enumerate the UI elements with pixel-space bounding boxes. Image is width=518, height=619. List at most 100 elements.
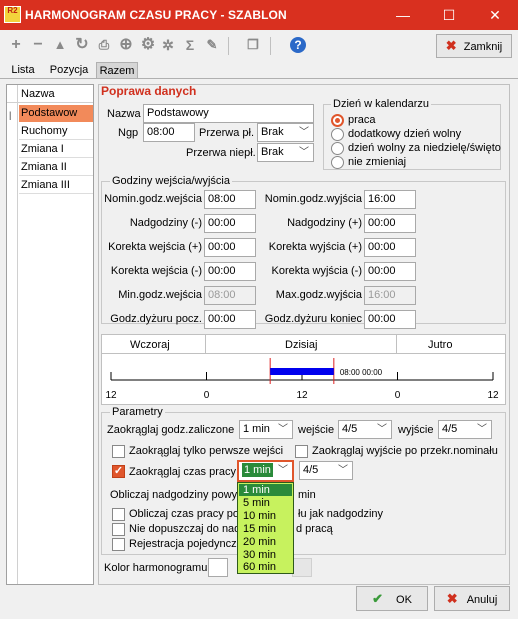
radio-praca[interactable] [331, 114, 344, 127]
chevron-down-icon: ﹀ [377, 424, 387, 435]
gears-icon[interactable]: ✲ [160, 37, 176, 53]
wejscie-select[interactable]: 4/5 ﹀ [338, 420, 392, 439]
work-time-label: Zaokrąglaj czas pracy [129, 466, 236, 478]
calendar-group-title: Dzień w kalendarzu [331, 98, 431, 110]
chevron-down-icon: ﹀ [338, 465, 348, 476]
close-window-button[interactable]: ✕ [472, 0, 518, 30]
korekta-wyjscia-plus-input[interactable]: 00:00 [364, 238, 416, 257]
title-bar: R2 HARMONOGRAM CZASU PRACY - SZABLON — ☐… [0, 0, 518, 30]
timeline-day-label: Jutro [428, 339, 453, 351]
list-item[interactable]: Ruchomy [19, 123, 93, 140]
calc-worktime-label-end: łu jak nadgodziny [298, 508, 384, 520]
tab-lista[interactable]: Lista [4, 62, 42, 78]
hours-right-label: Max.godz.wyjścia [275, 289, 362, 301]
timeline-divider [396, 334, 397, 354]
wyjscie-value: 4/5 [442, 423, 458, 435]
work-time-dropdown-list: 1 min 5 min 10 min 15 min 20 min 30 min … [237, 482, 294, 574]
work-time-frac-select[interactable]: 4/5 ﹀ [299, 461, 353, 480]
round-label: Zaokrąglaj godz.zaliczone [107, 424, 235, 436]
dropdown-option[interactable]: 15 min [239, 523, 292, 536]
przerwa-pl-value: Brak [261, 126, 284, 138]
korekta-wejscia-plus-input[interactable]: 00:00 [204, 238, 256, 257]
app-logo: R2 [4, 6, 21, 23]
work-time-checkbox[interactable]: ✓ [112, 465, 125, 478]
przerwa-niepl-label: Przerwa niepł. [186, 147, 256, 159]
dyzur-pocz-input[interactable]: 00:00 [204, 310, 256, 329]
wyjscie-label: wyjście [398, 424, 434, 436]
first-entries-label: Zaokrąglaj tylko perwsze wejści [129, 445, 284, 457]
close-button[interactable]: ✖ Zamknij [436, 34, 512, 58]
tab-razem[interactable]: Razem [96, 62, 138, 78]
list-item[interactable]: Zmiana III [19, 177, 93, 194]
remove-icon[interactable]: − [30, 37, 46, 53]
hours-right-label: Godz.dyżuru koniec [264, 313, 362, 325]
chevron-down-icon: ﹀ [477, 424, 487, 435]
wyjscie-select[interactable]: 4/5 ﹀ [438, 420, 492, 439]
nadgodziny-plus-input[interactable]: 00:00 [364, 214, 416, 233]
refresh-icon[interactable]: ↻ [74, 37, 90, 53]
cancel-button[interactable]: ✖ Anuluj [434, 586, 510, 611]
color-swatch[interactable] [208, 558, 228, 577]
przerwa-pl-select[interactable]: Brak ﹀ [257, 123, 314, 142]
przerwa-niepl-select[interactable]: Brak ﹀ [257, 143, 314, 162]
rejestracja-checkbox[interactable] [112, 538, 125, 551]
calc-worktime-checkbox[interactable] [112, 508, 125, 521]
hours-left-label: Min.godz.wejścia [118, 289, 202, 301]
exit-nominal-checkbox[interactable] [295, 445, 308, 458]
list-item[interactable]: Zmiana I [19, 141, 93, 158]
warning-icon[interactable]: ▲ [52, 37, 68, 53]
list-item[interactable]: Zmiana II [19, 159, 93, 176]
hours-left-label: Nomin.godz.wejścia [104, 193, 202, 205]
nomin-wyjscia-input[interactable]: 16:00 [364, 190, 416, 209]
radio-niedziela[interactable] [331, 142, 344, 155]
color-picker-button[interactable] [292, 558, 312, 577]
section-title: Poprawa danych [101, 84, 197, 98]
round-select[interactable]: 1 min ﹀ [239, 420, 293, 439]
nomin-wejscia-input[interactable]: 08:00 [204, 190, 256, 209]
dropdown-option[interactable]: 20 min [239, 536, 292, 549]
korekta-wejscia-minus-input[interactable]: 00:00 [204, 262, 256, 281]
settings-icon[interactable]: ⚙ [140, 37, 156, 53]
timeline-tick-label: 12 [487, 390, 499, 401]
tab-pozycja[interactable]: Pozycja [44, 62, 94, 78]
ok-button[interactable]: ✔ OK [356, 586, 428, 611]
tab-divider [0, 78, 518, 79]
print-icon[interactable]: ⎙ [96, 37, 112, 53]
exit-nominal-label: Zaokrąglaj wyjście po przekr.nominału [312, 445, 498, 457]
dyzur-koniec-input[interactable]: 00:00 [364, 310, 416, 329]
params-group-title: Parametry [110, 406, 165, 418]
dropdown-option[interactable]: 10 min [239, 510, 292, 523]
first-entries-checkbox[interactable] [112, 445, 125, 458]
maximize-button[interactable]: ☐ [426, 0, 472, 30]
cancel-x-icon: ✖ [446, 591, 458, 606]
zoom-icon[interactable]: ⊕ [118, 37, 134, 53]
list-item[interactable]: Podstawow [19, 105, 93, 122]
document-icon[interactable]: ❐ [245, 37, 261, 53]
chevron-down-icon: ﹀ [278, 424, 288, 435]
dropdown-option[interactable]: 60 min [239, 561, 292, 574]
help-icon[interactable]: ? [290, 37, 306, 53]
list-gridline [17, 85, 18, 584]
minimize-button[interactable]: — [380, 0, 426, 30]
korekta-wyjscia-minus-input[interactable]: 00:00 [364, 262, 416, 281]
nadgodziny-minus-input[interactable]: 00:00 [204, 214, 256, 233]
dropdown-option[interactable]: 1 min [239, 484, 292, 496]
ngp-input[interactable]: 08:00 [143, 123, 195, 142]
tools-icon[interactable]: ✎ [204, 37, 220, 53]
add-icon[interactable]: + [8, 37, 24, 53]
nodopusc-checkbox[interactable] [112, 523, 125, 536]
radio-dodatkowy[interactable] [331, 128, 344, 141]
ngp-label: Ngp [118, 127, 139, 139]
sum-icon[interactable]: Σ [182, 37, 198, 53]
max-wyjscia-input: 16:00 [364, 286, 416, 305]
work-time-select[interactable]: 1 min ﹀ [237, 460, 294, 482]
check-icon: ✔ [372, 591, 383, 606]
nazwa-input[interactable]: Podstawowy [143, 104, 314, 123]
shift-bar-label: 08:00 00:00 [340, 368, 383, 377]
radio-nie-zmieniaj[interactable] [331, 156, 344, 169]
dropdown-option[interactable]: 5 min [239, 497, 292, 510]
hours-right-label: Korekta wyjścia (+) [268, 241, 362, 253]
hours-right-label: Nadgodziny (+) [287, 217, 362, 229]
hours-right-label: Korekta wyjścia (-) [271, 265, 362, 277]
hours-left-label: Korekta wejścia (-) [110, 265, 202, 277]
